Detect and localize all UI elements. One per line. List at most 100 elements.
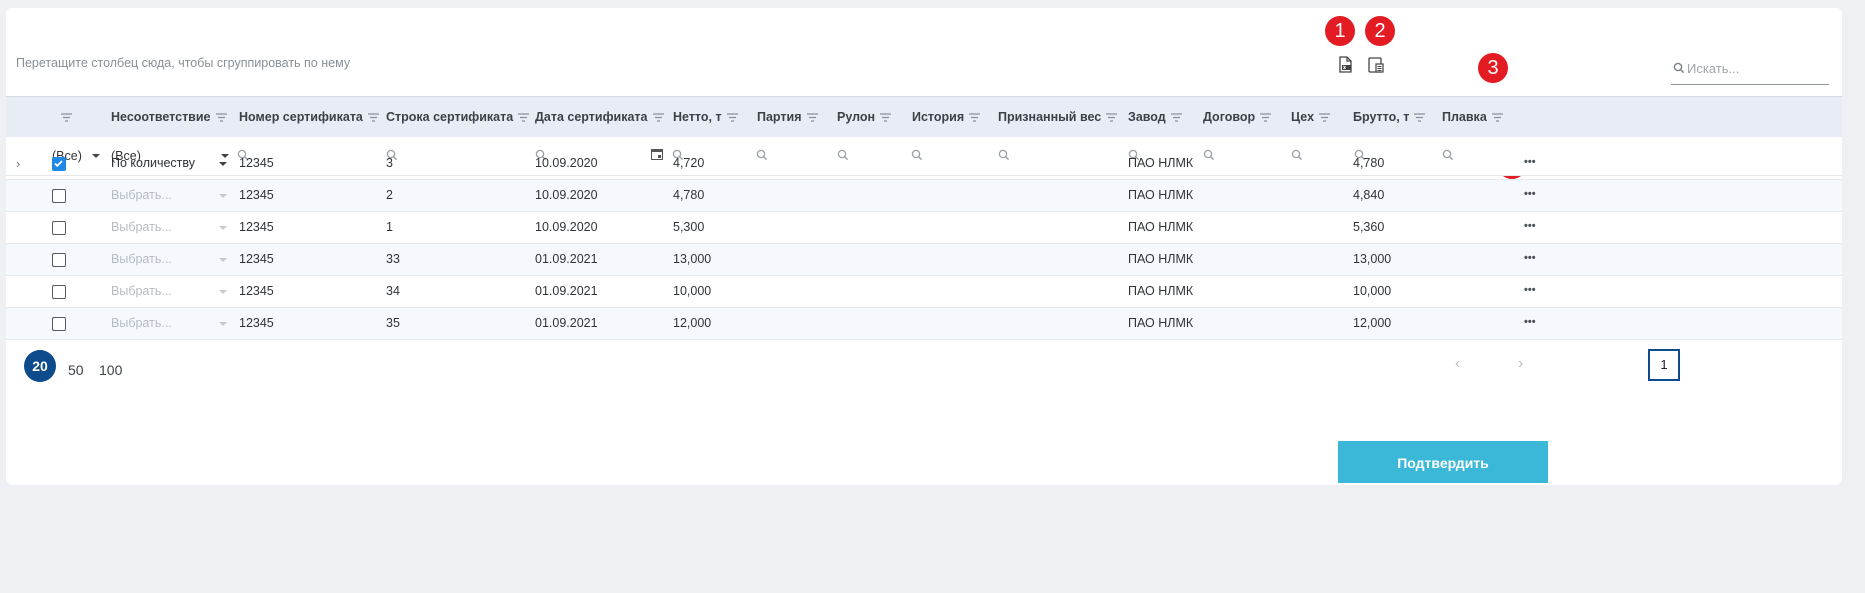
row-checkbox[interactable] (52, 285, 66, 299)
cert-date-cell: 10.09.2020 (535, 220, 598, 234)
filter-icon[interactable] (367, 113, 379, 122)
header-select-filter[interactable] (56, 97, 72, 137)
chevron-down-icon[interactable] (219, 322, 227, 326)
filter-icon[interactable] (215, 113, 227, 122)
cert-number-cell: 12345 (239, 156, 274, 170)
next-page-icon[interactable]: › (1518, 355, 1523, 373)
cert-line-cell: 1 (386, 220, 393, 234)
group-panel-hint: Перетащите столбец сюда, чтобы сгруппиро… (16, 56, 351, 70)
table-row[interactable]: Выбрать... 12345 33 01.09.2021 13,000 ПАО НЛМ… (6, 244, 1842, 276)
table-row[interactable]: Выбрать... 12345 1 10.09.2020 5,300 ПАО НЛМК 5… (6, 212, 1842, 244)
row-checkbox[interactable] (52, 157, 66, 171)
column-chooser-icon[interactable] (1367, 56, 1387, 76)
row-actions-icon[interactable]: ••• (1524, 276, 1536, 307)
table-row[interactable]: Выбрать... 12345 34 01.09.2021 10,000 ПАО НЛМ… (6, 276, 1842, 308)
row-checkbox[interactable] (52, 221, 66, 235)
confirm-button[interactable]: Подтвердить (1338, 441, 1548, 483)
header-netto[interactable]: Нетто, т (673, 97, 738, 137)
netto-cell: 4,720 (673, 156, 705, 170)
cert-date-cell: 10.09.2020 (535, 188, 598, 202)
netto-cell: 10,000 (673, 284, 712, 298)
search-input[interactable] (1687, 58, 1823, 78)
filter-icon[interactable] (1319, 113, 1331, 122)
filter-icon[interactable] (61, 113, 72, 122)
cert-line-cell: 35 (386, 316, 400, 330)
cert-line-cell: 33 (386, 252, 400, 266)
header-plant[interactable]: Завод (1128, 97, 1182, 137)
cert-number-cell: 12345 (239, 220, 274, 234)
filter-icon[interactable] (1491, 113, 1503, 122)
chevron-down-icon[interactable] (219, 290, 227, 294)
page-size-50[interactable]: 50 (68, 355, 84, 385)
row-actions-icon[interactable]: ••• (1524, 244, 1536, 275)
filter-icon[interactable] (806, 113, 818, 122)
mismatch-select[interactable]: Выбрать... (111, 308, 172, 339)
filter-icon[interactable] (652, 113, 664, 122)
page-size-100[interactable]: 100 (99, 355, 122, 385)
cert-date-cell: 10.09.2020 (535, 156, 598, 170)
plant-cell: ПАО НЛМК (1128, 316, 1194, 330)
brutto-cell: 12,000 (1353, 316, 1392, 330)
netto-cell: 12,000 (673, 316, 712, 330)
cert-line-cell: 2 (386, 188, 393, 202)
brutto-cell: 4,840 (1353, 188, 1385, 202)
chevron-down-icon[interactable] (219, 162, 227, 166)
cert-date-cell: 01.09.2021 (535, 252, 598, 266)
header-roll[interactable]: Рулон (837, 97, 892, 137)
row-checkbox[interactable] (52, 317, 66, 331)
chevron-down-icon[interactable] (219, 194, 227, 198)
prev-page-icon[interactable]: ‹ (1455, 355, 1460, 373)
table-row[interactable]: › По количеству 12345 3 10.09.2020 4,720 ПАО Н… (6, 148, 1842, 180)
header-melt[interactable]: Плавка (1442, 97, 1503, 137)
netto-cell: 13,000 (673, 252, 712, 266)
filter-icon[interactable] (880, 113, 892, 122)
chevron-down-icon[interactable] (219, 258, 227, 262)
header-history[interactable]: История (912, 97, 981, 137)
filter-icon[interactable] (969, 113, 981, 122)
mismatch-select[interactable]: Выбрать... (111, 212, 172, 243)
header-batch[interactable]: Партия (757, 97, 818, 137)
filter-icon[interactable] (1414, 113, 1426, 122)
cert-date-cell: 01.09.2021 (535, 316, 598, 330)
header-cert-date[interactable]: Дата сертификата (535, 97, 664, 137)
expand-row-icon[interactable]: › (16, 148, 20, 179)
brutto-cell: 13,000 (1353, 252, 1392, 266)
row-actions-icon[interactable]: ••• (1524, 148, 1536, 179)
cert-number-cell: 12345 (239, 284, 274, 298)
table-row[interactable]: Выбрать... 12345 2 10.09.2020 4,780 ПАО НЛМК 4… (6, 180, 1842, 212)
netto-cell: 4,780 (673, 188, 705, 202)
header-shop[interactable]: Цех (1291, 97, 1331, 137)
row-actions-icon[interactable]: ••• (1524, 308, 1536, 339)
filter-icon[interactable] (1170, 113, 1182, 122)
mismatch-select[interactable]: Выбрать... (111, 276, 172, 307)
row-actions-icon[interactable]: ••• (1524, 180, 1536, 211)
mismatch-select[interactable]: По количеству (111, 148, 195, 179)
cert-line-cell: 34 (386, 284, 400, 298)
row-actions-icon[interactable]: ••• (1524, 212, 1536, 243)
header-recognized-weight[interactable]: Признанный вес (998, 97, 1118, 137)
plant-cell: ПАО НЛМК (1128, 252, 1194, 266)
page-number-button[interactable]: 1 (1648, 349, 1680, 381)
header-cert-number[interactable]: Номер сертификата (239, 97, 379, 137)
cert-number-cell: 12345 (239, 188, 274, 202)
header-mismatch[interactable]: Несоответствие (111, 97, 227, 137)
row-checkbox[interactable] (52, 253, 66, 267)
plant-cell: ПАО НЛМК (1128, 284, 1194, 298)
header-contract[interactable]: Договор (1203, 97, 1272, 137)
table-row[interactable]: Выбрать... 12345 35 01.09.2021 12,000 ПАО НЛМ… (6, 308, 1842, 340)
cert-date-cell: 01.09.2021 (535, 284, 598, 298)
search-box[interactable] (1671, 56, 1829, 85)
filter-icon[interactable] (1106, 113, 1118, 122)
search-icon (1673, 62, 1685, 74)
filter-icon[interactable] (518, 113, 530, 122)
row-checkbox[interactable] (52, 189, 66, 203)
mismatch-select[interactable]: Выбрать... (111, 180, 172, 211)
filter-icon[interactable] (1260, 113, 1272, 122)
excel-export-icon[interactable] (1336, 56, 1356, 76)
header-brutto[interactable]: Брутто, т (1353, 97, 1426, 137)
filter-icon[interactable] (726, 113, 738, 122)
chevron-down-icon[interactable] (219, 226, 227, 230)
mismatch-select[interactable]: Выбрать... (111, 244, 172, 275)
page-size-20[interactable]: 20 (24, 350, 56, 382)
header-cert-line[interactable]: Строка сертификата (386, 97, 530, 137)
